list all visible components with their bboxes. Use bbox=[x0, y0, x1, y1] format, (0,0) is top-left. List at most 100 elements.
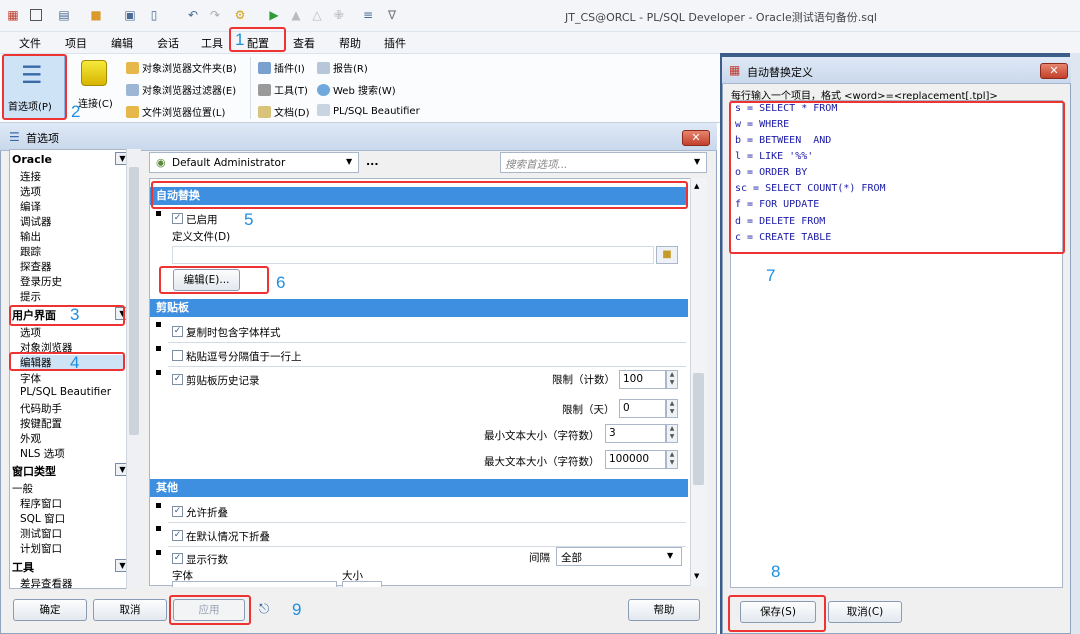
limit-count-input[interactable]: 100 bbox=[619, 370, 666, 389]
content-scrollbar[interactable]: ▲ ▼ bbox=[690, 178, 707, 586]
fold-default-checkbox[interactable]: ✓ bbox=[172, 530, 183, 541]
content-scroll-thumb[interactable] bbox=[693, 373, 704, 485]
sidebar-item-test-window[interactable]: 测试窗口 bbox=[20, 526, 62, 541]
sidebar-section-window-types[interactable]: 窗口类型 bbox=[12, 463, 56, 479]
sidebar-item-nls[interactable]: NLS 选项 bbox=[20, 446, 65, 461]
ok-button[interactable]: 确定 bbox=[13, 599, 87, 621]
sidebar-scrollbar[interactable] bbox=[126, 149, 141, 589]
sidebar-item-connect[interactable]: 连接 bbox=[20, 169, 41, 184]
preferences-small-icon[interactable]: ≡ bbox=[360, 7, 376, 23]
sidebar-item-key-config[interactable]: 按键配置 bbox=[20, 416, 62, 431]
auto-replace-enabled-checkbox[interactable]: ✓ bbox=[172, 213, 183, 224]
beautifier-button[interactable]: PL/SQL Beautifier bbox=[317, 104, 420, 117]
help-button[interactable]: 帮助 bbox=[628, 599, 700, 621]
menu-file[interactable]: 文件 bbox=[19, 35, 41, 51]
title-bar: ▦ ▤ ■ ▣ ▯ ↶ ↷ ⚙ ▶ ▲ △ ✙ ≡ ∇ JT_CS@ORCL -… bbox=[0, 0, 1080, 32]
search-preferences-input[interactable]: 搜索首选项... ▼ bbox=[500, 152, 707, 173]
menu-edit[interactable]: 编辑 bbox=[111, 35, 133, 51]
menu-project[interactable]: 项目 bbox=[65, 35, 87, 51]
sidebar-item-plan-window[interactable]: 计划窗口 bbox=[20, 541, 62, 556]
menu-session[interactable]: 会话 bbox=[157, 35, 179, 51]
max-size-input[interactable]: 100000 bbox=[605, 450, 666, 469]
cancel-replace-button[interactable]: 取消(C) bbox=[828, 601, 902, 623]
limit-days-input[interactable]: 0 bbox=[619, 399, 666, 418]
plugin-icon bbox=[258, 62, 271, 74]
close-icon[interactable]: ✕ bbox=[1040, 63, 1068, 79]
sidebar-item-code-assistant[interactable]: 代码助手 bbox=[20, 401, 62, 416]
web-search-button[interactable]: Web 搜索(W) bbox=[317, 82, 396, 97]
browse-folder-icon[interactable]: ■ bbox=[656, 246, 678, 264]
sidebar-item-compile[interactable]: 编译 bbox=[20, 199, 41, 214]
close-icon[interactable]: ✕ bbox=[682, 130, 710, 146]
interval-select[interactable]: 全部 ▼ bbox=[556, 547, 682, 566]
sidebar-item-beautifier[interactable]: PL/SQL Beautifier bbox=[20, 386, 111, 398]
redo-icon[interactable]: ↷ bbox=[207, 7, 223, 23]
tools-button[interactable]: 工具(T) bbox=[258, 82, 308, 97]
customize-icon[interactable]: ∇ bbox=[384, 7, 400, 23]
open-folder-icon[interactable]: ■ bbox=[88, 7, 104, 23]
chevron-down-icon: ▼ bbox=[694, 157, 701, 166]
sidebar-item-general[interactable]: 一般 bbox=[12, 481, 33, 496]
sidebar-scroll-thumb[interactable] bbox=[129, 167, 139, 435]
save-icon[interactable]: ▣ bbox=[122, 7, 138, 23]
plugins-button[interactable]: 插件(I) bbox=[258, 60, 305, 75]
min-size-input[interactable]: 3 bbox=[605, 424, 666, 443]
sidebar-item-appearance[interactable]: 外观 bbox=[20, 431, 41, 446]
limit-days-stepper[interactable]: ▲ ▼ bbox=[666, 399, 678, 418]
key-icon[interactable]: ⚙ bbox=[232, 7, 248, 23]
sidebar-section-tools[interactable]: 工具 bbox=[12, 559, 34, 575]
row-marker bbox=[156, 322, 161, 327]
limit-count-stepper[interactable]: ▲ ▼ bbox=[666, 370, 678, 389]
menu-help[interactable]: 帮助 bbox=[339, 35, 361, 51]
preferences-title-icon: ☰ bbox=[9, 130, 20, 144]
copy-fonts-checkbox[interactable]: ✓ bbox=[172, 326, 183, 337]
lock-icon[interactable]: ▲ bbox=[288, 7, 304, 23]
row-marker bbox=[156, 370, 161, 375]
unlock-icon[interactable]: △ bbox=[309, 7, 325, 23]
sidebar-item-login-history[interactable]: 登录历史 bbox=[20, 274, 62, 289]
undo-icon[interactable]: ↶ bbox=[185, 7, 201, 23]
execute-icon[interactable]: ▶ bbox=[266, 7, 282, 23]
print-icon[interactable]: ▯ bbox=[146, 7, 162, 23]
more-button[interactable]: ... bbox=[366, 155, 379, 168]
max-size-stepper[interactable]: ▲ ▼ bbox=[666, 450, 678, 469]
definition-file-input[interactable] bbox=[172, 246, 654, 264]
user-select[interactable]: ◉ Default Administrator ▼ bbox=[149, 152, 359, 173]
reports-label: 报告(R) bbox=[333, 64, 368, 75]
menu-view[interactable]: 查看 bbox=[293, 35, 315, 51]
sidebar-item-trace[interactable]: 跟踪 bbox=[20, 244, 41, 259]
step-number-2: 2 bbox=[71, 102, 81, 121]
pin-icon[interactable]: ⎋ bbox=[259, 602, 269, 617]
sidebar-item-profiler[interactable]: 探查器 bbox=[20, 259, 52, 274]
sidebar-item-ui-options[interactable]: 选项 bbox=[20, 325, 41, 340]
clipboard-history-checkbox[interactable]: ✓ bbox=[172, 374, 183, 385]
chevron-down-icon[interactable]: ▼ bbox=[694, 572, 699, 580]
cancel-button[interactable]: 取消 bbox=[93, 599, 167, 621]
sidebar-item-font[interactable]: 字体 bbox=[20, 371, 41, 386]
sidebar-item-hints[interactable]: 提示 bbox=[20, 289, 41, 304]
sidebar-item-diff-viewer[interactable]: 差异查看器 bbox=[20, 576, 73, 588]
file-browser-location-button[interactable]: 文件浏览器位置(L) bbox=[126, 104, 225, 119]
obj-browser-filter-button[interactable]: 对象浏览器过滤器(E) bbox=[126, 82, 236, 97]
menu-tools[interactable]: 工具 bbox=[201, 35, 223, 51]
size-select[interactable] bbox=[342, 581, 382, 587]
menu-plugins[interactable]: 插件 bbox=[384, 35, 406, 51]
docs-button[interactable]: 文档(D) bbox=[258, 104, 310, 119]
sidebar-item-sql-window[interactable]: SQL 窗口 bbox=[20, 511, 65, 526]
window-icon[interactable] bbox=[30, 9, 42, 21]
font-select[interactable] bbox=[172, 581, 337, 587]
show-lines-checkbox[interactable]: ✓ bbox=[172, 553, 183, 564]
sidebar-section-oracle[interactable]: Oracle bbox=[12, 153, 52, 166]
sidebar-item-program-window[interactable]: 程序窗口 bbox=[20, 496, 62, 511]
allow-fold-checkbox[interactable]: ✓ bbox=[172, 506, 183, 517]
sidebar-item-options[interactable]: 选项 bbox=[20, 184, 41, 199]
new-file-icon[interactable]: ▤ bbox=[56, 7, 72, 23]
min-size-stepper[interactable]: ▲ ▼ bbox=[666, 424, 678, 443]
break-icon[interactable]: ✙ bbox=[331, 7, 347, 23]
sidebar-item-debugger[interactable]: 调试器 bbox=[20, 214, 52, 229]
paste-comma-checkbox[interactable] bbox=[172, 350, 183, 361]
chevron-up-icon[interactable]: ▲ bbox=[694, 182, 699, 190]
obj-browser-folder-button[interactable]: 对象浏览器文件夹(B) bbox=[126, 60, 237, 75]
reports-button[interactable]: 报告(R) bbox=[317, 60, 368, 75]
sidebar-item-output[interactable]: 输出 bbox=[20, 229, 41, 244]
